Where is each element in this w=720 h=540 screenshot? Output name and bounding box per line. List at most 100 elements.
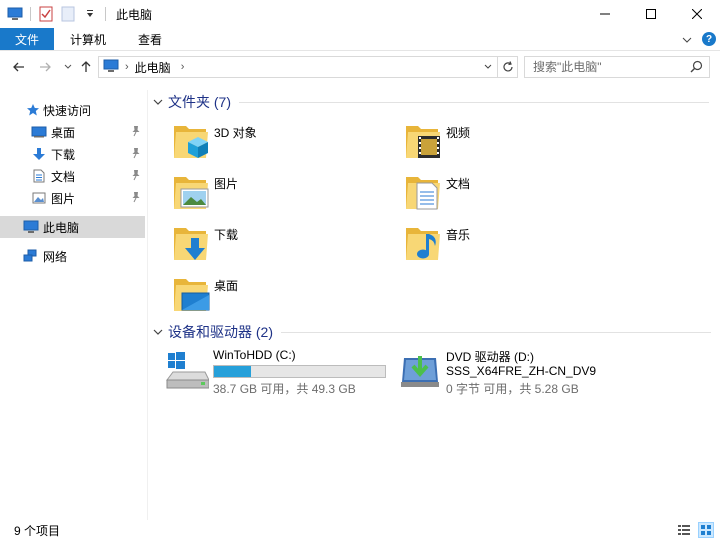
pin-icon[interactable]: [131, 191, 141, 206]
downloads-folder-icon: [172, 222, 212, 266]
folder-label: 音乐: [446, 228, 471, 242]
folder-videos[interactable]: 视频: [404, 120, 604, 168]
group-divider: [239, 101, 709, 103]
picture-icon: [31, 190, 47, 206]
maximize-button[interactable]: [628, 0, 674, 28]
status-bar: 9 个项目: [0, 520, 720, 540]
desktop-folder-icon: [172, 273, 212, 317]
folder-music[interactable]: 音乐: [404, 222, 604, 270]
drive-d[interactable]: DVD 驱动器 (D:) SSS_X64FRE_ZH-CN_DV9 0 字节 可…: [398, 348, 648, 396]
network-icon: [23, 248, 39, 264]
new-folder-icon[interactable]: [57, 0, 79, 28]
pictures-folder-icon: [172, 171, 212, 215]
search-input[interactable]: [533, 60, 683, 74]
quick-access-toolbar: [0, 0, 110, 28]
sidebar-item-network[interactable]: 网络: [0, 245, 145, 267]
folder-label: 3D 对象: [214, 126, 257, 140]
drive-c[interactable]: WinToHDD (C:) 38.7 GB 可用，共 49.3 GB: [165, 348, 390, 396]
computer-icon: [103, 59, 119, 76]
sidebar-item-quick-access[interactable]: 快速访问: [0, 99, 145, 121]
sidebar-item-label: 文档: [51, 169, 76, 184]
sidebar-item-label: 网络: [43, 249, 68, 264]
help-icon[interactable]: ?: [702, 32, 716, 46]
sidebar-item-label: 此电脑: [43, 220, 80, 235]
download-arrow-icon: [31, 146, 47, 162]
toolbar-separator: [105, 7, 106, 21]
toolbar-separator: [30, 7, 31, 21]
back-button[interactable]: [10, 54, 28, 80]
up-button[interactable]: [78, 54, 94, 80]
breadcrumb-this-pc[interactable]: 此电脑: [135, 59, 171, 76]
folder-label: 视频: [446, 126, 471, 140]
folder-desktop[interactable]: 桌面: [172, 273, 372, 321]
address-bar[interactable]: › 此电脑 ›: [98, 56, 518, 78]
sidebar-item-documents[interactable]: 文档: [0, 165, 145, 187]
drive-label: WinToHDD (C:): [213, 348, 296, 362]
address-dropdown-icon[interactable]: [481, 57, 495, 77]
title-bar: 此电脑: [0, 0, 720, 28]
music-folder-icon: [404, 222, 444, 266]
recent-locations-icon[interactable]: [62, 54, 74, 80]
folder-label: 桌面: [214, 279, 239, 293]
devices-group-header[interactable]: 设备和驱动器 (2): [152, 322, 711, 342]
window-controls: [582, 0, 720, 28]
folder-downloads[interactable]: 下载: [172, 222, 372, 270]
folders-group-header[interactable]: 文件夹 (7): [152, 92, 709, 112]
drive-free-space: 0 字节 可用，共 5.28 GB: [446, 382, 579, 396]
document-icon: [31, 168, 47, 184]
pane-divider[interactable]: [147, 90, 148, 520]
ribbon-divider: [0, 50, 720, 51]
navigation-pane: 快速访问 桌面 下载 文档 图片 此电脑 网络: [0, 90, 148, 520]
properties-icon[interactable]: [35, 0, 57, 28]
details-view-icon[interactable]: [676, 522, 692, 538]
windows-drive-icon: [165, 348, 210, 395]
pin-icon[interactable]: [131, 169, 141, 184]
folder-documents[interactable]: 文档: [404, 171, 604, 219]
folder-3d-objects[interactable]: 3D 对象: [172, 120, 372, 168]
folder-label: 下载: [214, 228, 239, 242]
tab-computer[interactable]: 计算机: [54, 28, 122, 50]
customize-toolbar-icon[interactable]: [79, 0, 101, 28]
computer-icon[interactable]: [4, 0, 26, 28]
drive-usage-fill: [214, 366, 251, 377]
pin-icon[interactable]: [131, 147, 141, 162]
group-title: 文件夹 (7): [168, 94, 231, 110]
refresh-icon[interactable]: [497, 57, 517, 77]
search-box[interactable]: [524, 56, 710, 78]
tab-view[interactable]: 查看: [122, 28, 178, 50]
expand-ribbon-icon[interactable]: [682, 32, 692, 46]
desktop-icon: [31, 124, 47, 140]
collapse-chevron-icon[interactable]: [152, 99, 164, 105]
tab-file[interactable]: 文件: [0, 28, 55, 50]
star-icon: [25, 102, 41, 118]
computer-icon: [23, 219, 39, 235]
sidebar-item-label: 下载: [51, 147, 76, 162]
folder-pictures[interactable]: 图片: [172, 171, 372, 219]
search-icon[interactable]: [690, 60, 703, 76]
3d-objects-folder-icon: [172, 120, 212, 164]
sidebar-item-label: 桌面: [51, 125, 76, 140]
window-title: 此电脑: [116, 7, 153, 22]
group-title: 设备和驱动器 (2): [168, 324, 273, 340]
folder-label: 图片: [214, 177, 239, 191]
pin-icon[interactable]: [131, 125, 141, 140]
forward-button[interactable]: [36, 54, 54, 80]
sidebar-item-downloads[interactable]: 下载: [0, 143, 145, 165]
tiles-view-icon[interactable]: [698, 522, 714, 538]
close-button[interactable]: [674, 0, 720, 28]
minimize-button[interactable]: [582, 0, 628, 28]
navigation-bar: › 此电脑 ›: [0, 54, 720, 80]
drive-label: DVD 驱动器 (D:): [446, 350, 534, 364]
sidebar-item-label: 图片: [51, 191, 76, 206]
ribbon-tabs: 文件 计算机 查看 ?: [0, 28, 720, 50]
sidebar-item-this-pc[interactable]: 此电脑: [0, 216, 145, 238]
breadcrumb-chevron-icon[interactable]: ›: [181, 61, 185, 73]
breadcrumb-chevron-icon[interactable]: ›: [125, 61, 129, 73]
sidebar-item-label: 快速访问: [43, 103, 92, 118]
dvd-drive-icon: [398, 348, 442, 395]
sidebar-item-desktop[interactable]: 桌面: [0, 121, 145, 143]
drive-free-space: 38.7 GB 可用，共 49.3 GB: [213, 382, 356, 396]
videos-folder-icon: [404, 120, 444, 164]
sidebar-item-pictures[interactable]: 图片: [0, 187, 145, 209]
collapse-chevron-icon[interactable]: [152, 329, 164, 335]
